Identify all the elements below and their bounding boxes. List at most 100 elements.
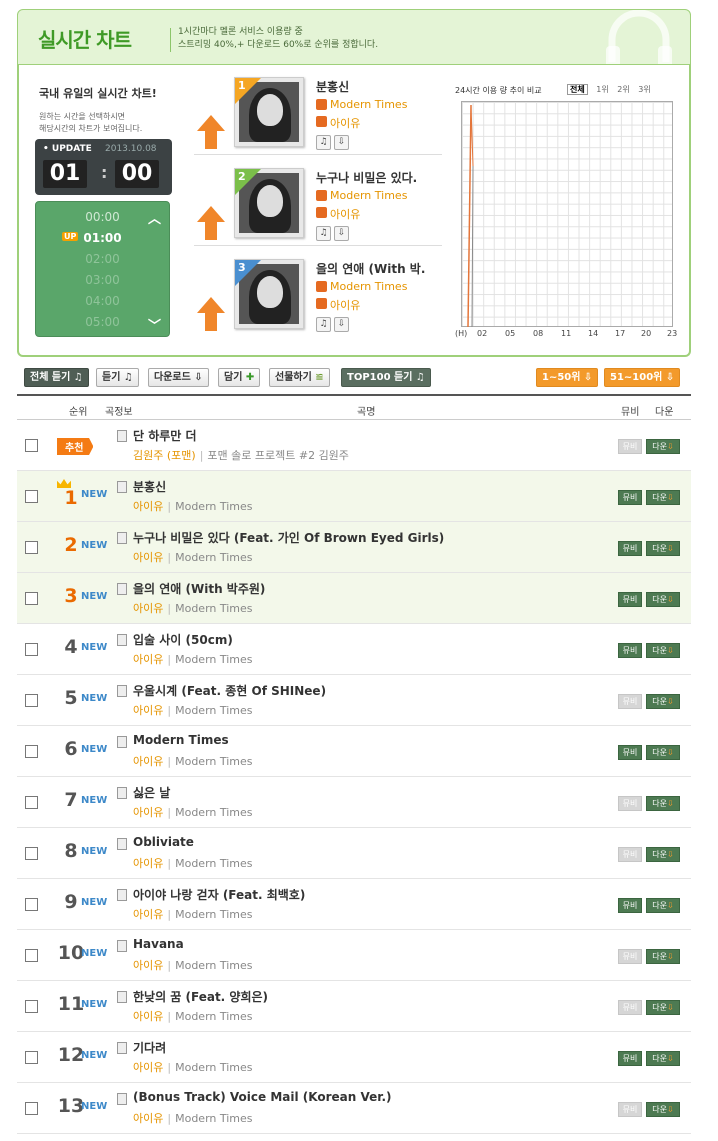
- listen-icon[interactable]: ♫: [316, 317, 331, 332]
- filter-rank1[interactable]: 1위: [596, 85, 608, 94]
- album-link[interactable]: Modern Times: [175, 1010, 252, 1023]
- song-title[interactable]: 아이야 나랑 걷자 (Feat. 최백호): [133, 886, 305, 903]
- download-button[interactable]: 다운⇩: [646, 592, 680, 607]
- song-info-icon[interactable]: [117, 583, 127, 595]
- song-title[interactable]: Havana: [133, 937, 184, 951]
- artist-link[interactable]: 김원주 (포맨): [133, 449, 196, 462]
- mv-button[interactable]: 뮤비: [618, 592, 642, 607]
- song-title[interactable]: Obliviate: [133, 835, 194, 849]
- download-button[interactable]: 다운⇩: [646, 643, 680, 658]
- listen-all-button[interactable]: 전체 듣기 ♫: [24, 368, 89, 387]
- album-link[interactable]: Modern Times: [175, 602, 252, 615]
- song-title[interactable]: 분홍신: [133, 478, 166, 495]
- artist-link[interactable]: 아이유: [133, 500, 163, 513]
- artist-link[interactable]: 아이유: [133, 602, 163, 615]
- album-link[interactable]: Modern Times: [175, 755, 252, 768]
- mv-button[interactable]: 뮤비: [618, 745, 642, 760]
- song-info-icon[interactable]: [117, 1042, 127, 1054]
- mv-button[interactable]: 뮤비: [618, 1051, 642, 1066]
- time-option[interactable]: 00:00: [36, 210, 169, 224]
- song-info-icon[interactable]: [117, 685, 127, 697]
- mv-button[interactable]: 뮤비: [618, 541, 642, 556]
- album-link[interactable]: Modern Times: [175, 857, 252, 870]
- filter-rank2[interactable]: 2위: [617, 85, 629, 94]
- artist-link[interactable]: 아이유: [133, 806, 163, 819]
- top100-listen-button[interactable]: TOP100 듣기 ♫: [341, 368, 431, 387]
- download-button[interactable]: 다운⇩: [646, 847, 680, 862]
- time-selector[interactable]: ︿ 00:00 UP 01:00 02:00 03:00 04:00 05:00 …: [35, 201, 170, 337]
- artist-link[interactable]: 아이유: [133, 653, 163, 666]
- top3-artist[interactable]: 아이유: [330, 115, 360, 131]
- song-info-icon[interactable]: [117, 838, 127, 850]
- mv-button[interactable]: 뮤비: [618, 898, 642, 913]
- song-title[interactable]: 우울시계 (Feat. 종현 Of SHINee): [133, 682, 326, 699]
- row-checkbox[interactable]: [25, 949, 38, 962]
- song-info-icon[interactable]: [117, 991, 127, 1003]
- album-cover[interactable]: 3: [234, 259, 304, 329]
- song-info-icon[interactable]: [117, 430, 127, 442]
- listen-button[interactable]: 듣기 ♫: [96, 368, 139, 387]
- song-title[interactable]: 입술 사이 (50cm): [133, 631, 233, 648]
- song-title[interactable]: (Bonus Track) Voice Mail (Korean Ver.): [133, 1090, 392, 1104]
- row-checkbox[interactable]: [25, 745, 38, 758]
- album-cover[interactable]: 1: [234, 77, 304, 147]
- row-checkbox[interactable]: [25, 1051, 38, 1064]
- mv-button[interactable]: 뮤비: [618, 490, 642, 505]
- artist-link[interactable]: 아이유: [133, 857, 163, 870]
- artist-link[interactable]: 아이유: [133, 1061, 163, 1074]
- album-link[interactable]: Modern Times: [175, 908, 252, 921]
- time-option-current[interactable]: UP 01:00: [36, 231, 169, 245]
- song-title[interactable]: Modern Times: [133, 733, 229, 747]
- song-title[interactable]: 단 하루만 더: [133, 427, 197, 444]
- top3-album[interactable]: Modern Times: [330, 189, 407, 202]
- artist-link[interactable]: 아이유: [133, 959, 163, 972]
- download-button[interactable]: 다운⇩: [646, 796, 680, 811]
- song-info-icon[interactable]: [117, 736, 127, 748]
- album-link[interactable]: Modern Times: [175, 704, 252, 717]
- time-option[interactable]: 04:00: [36, 294, 169, 308]
- download-icon[interactable]: ⇩: [334, 317, 349, 332]
- song-info-icon[interactable]: [117, 634, 127, 646]
- mv-button[interactable]: 뮤비: [618, 643, 642, 658]
- top3-album[interactable]: Modern Times: [330, 98, 407, 111]
- artist-link[interactable]: 아이유: [133, 908, 163, 921]
- artist-link[interactable]: 아이유: [133, 704, 163, 717]
- range-51-100-button[interactable]: 51~100위 ⇩: [604, 368, 681, 387]
- album-link[interactable]: Modern Times: [175, 959, 252, 972]
- add-button[interactable]: 담기 ✚: [218, 368, 261, 387]
- album-link[interactable]: Modern Times: [175, 500, 252, 513]
- download-icon[interactable]: ⇩: [334, 135, 349, 150]
- song-info-icon[interactable]: [117, 787, 127, 799]
- song-info-icon[interactable]: [117, 532, 127, 544]
- artist-link[interactable]: 아이유: [133, 1010, 163, 1023]
- song-info-icon[interactable]: [117, 481, 127, 493]
- download-button[interactable]: 다운로드 ⇩: [148, 368, 209, 387]
- album-link[interactable]: Modern Times: [175, 1112, 252, 1125]
- download-button[interactable]: 다운⇩: [646, 541, 680, 556]
- gift-button[interactable]: 선물하기 ≌: [269, 368, 330, 387]
- range-1-50-button[interactable]: 1~50위 ⇩: [536, 368, 599, 387]
- download-button[interactable]: 다운⇩: [646, 1000, 680, 1015]
- download-button[interactable]: 다운⇩: [646, 898, 680, 913]
- download-button[interactable]: 다운⇩: [646, 694, 680, 709]
- download-button[interactable]: 다운⇩: [646, 1051, 680, 1066]
- album-link[interactable]: Modern Times: [175, 1061, 252, 1074]
- time-option[interactable]: 02:00: [36, 252, 169, 266]
- download-button[interactable]: 다운⇩: [646, 1102, 680, 1117]
- album-link[interactable]: Modern Times: [175, 551, 252, 564]
- row-checkbox[interactable]: [25, 694, 38, 707]
- top3-title[interactable]: 을의 연애 (With 박.: [316, 260, 425, 277]
- song-title[interactable]: 기다려: [133, 1039, 166, 1056]
- song-title[interactable]: 한낮의 꿈 (Feat. 양희은): [133, 988, 268, 1005]
- song-info-icon[interactable]: [117, 940, 127, 952]
- row-checkbox[interactable]: [25, 1102, 38, 1115]
- row-checkbox[interactable]: [25, 1000, 38, 1013]
- download-button[interactable]: 다운⇩: [646, 745, 680, 760]
- row-checkbox[interactable]: [25, 847, 38, 860]
- row-checkbox[interactable]: [25, 796, 38, 809]
- album-link[interactable]: Modern Times: [175, 806, 252, 819]
- top3-title[interactable]: 누구나 비밀은 있다.: [316, 169, 417, 186]
- row-checkbox[interactable]: [25, 592, 38, 605]
- filter-rank3[interactable]: 3위: [638, 85, 650, 94]
- row-checkbox[interactable]: [25, 898, 38, 911]
